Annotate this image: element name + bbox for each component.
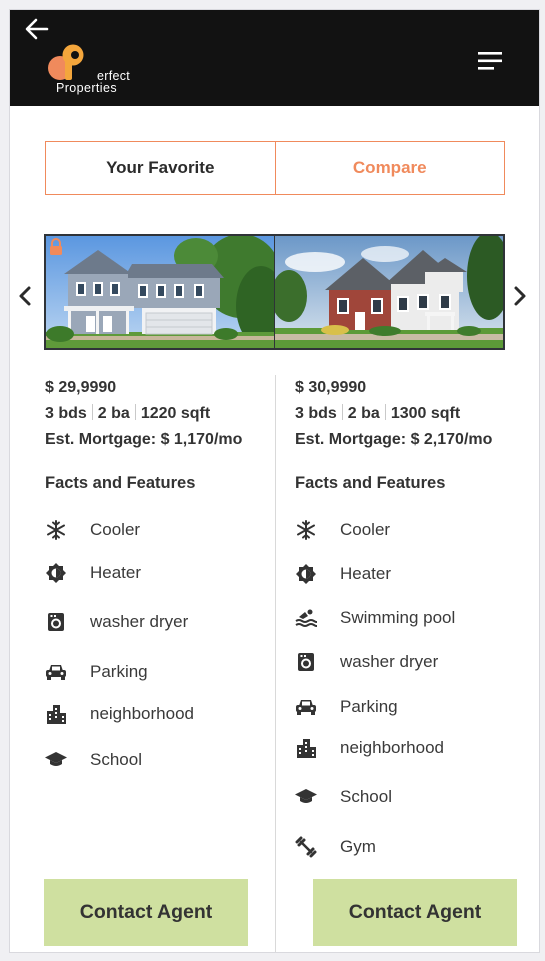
car-icon	[295, 696, 317, 718]
feature-label: School	[90, 750, 142, 769]
car-icon	[45, 661, 67, 683]
feature-label: neighborhood	[340, 738, 444, 757]
menu-button[interactable]	[478, 50, 504, 72]
listing-sqft: 1220 sqft	[140, 405, 211, 422]
city-icon	[295, 737, 317, 759]
listing-mortgage: Est. Mortgage: $ 1,170/mo	[45, 431, 243, 448]
school-icon	[295, 786, 317, 808]
city-icon	[45, 703, 67, 725]
feature-gym: Gym	[295, 832, 376, 862]
feature-label: washer dryer	[340, 652, 439, 671]
brightness-icon	[295, 563, 317, 585]
snowflake-icon	[45, 519, 67, 541]
chevron-right-icon	[514, 286, 526, 306]
tab-your-favorite[interactable]: Your Favorite	[46, 142, 275, 194]
listing-stats: 3 bds 2 ba 1220 sqft	[45, 401, 275, 427]
hamburger-menu-icon	[478, 52, 502, 70]
feature-label: Heater	[90, 563, 142, 582]
feature-label: School	[340, 787, 392, 806]
feature-heater: Heater	[295, 559, 391, 589]
column-divider	[275, 375, 276, 952]
contact-agent-button[interactable]: Contact Agent	[44, 879, 248, 946]
feature-cooler: Cooler	[295, 515, 390, 545]
snowflake-icon	[295, 519, 317, 541]
feature-label: Cooler	[90, 520, 141, 539]
school-icon	[45, 749, 67, 771]
stat-separator	[341, 404, 343, 420]
feature-neighborhood: neighborhood	[295, 733, 444, 763]
property-photo-2[interactable]	[275, 236, 503, 348]
back-button[interactable]	[24, 16, 50, 42]
property-photos	[44, 234, 505, 350]
listing-1: $ 29,9990 3 bds 2 ba 1220 sqft Est. Mortga…	[45, 375, 275, 769]
feature-label: Gym	[340, 837, 376, 856]
carousel-prev-button[interactable]	[15, 283, 35, 309]
brightness-icon	[45, 562, 67, 584]
feature-school: School	[45, 745, 142, 775]
washer-icon	[295, 651, 317, 673]
feature-label: Cooler	[340, 520, 391, 539]
carousel-next-button[interactable]	[510, 283, 530, 309]
feature-heater: Heater	[45, 558, 141, 588]
app-header: erfect Properties	[10, 10, 539, 106]
feature-label: Swimming pool	[340, 608, 456, 627]
chevron-left-icon	[19, 286, 31, 306]
feature-school: School	[295, 782, 392, 812]
listing-baths: 2 ba	[97, 405, 130, 422]
listing-beds: 3 bds	[45, 405, 87, 422]
listing-mortgage: Est. Mortgage: $ 2,170/mo	[295, 431, 493, 448]
logo-subtitle: Properties	[56, 81, 117, 95]
feature-parking: Parking	[45, 657, 148, 687]
feature-parking: Parking	[295, 692, 398, 722]
feature-label: neighborhood	[90, 704, 194, 723]
pool-icon	[295, 607, 317, 629]
facts-title: Facts and Features	[295, 474, 446, 492]
listing-price: $ 29,9990	[45, 379, 117, 396]
brand-logo[interactable]: erfect Properties	[46, 44, 146, 100]
contact-agent-button[interactable]: Contact Agent	[313, 879, 517, 946]
tab-compare[interactable]: Compare	[274, 142, 505, 194]
listing-stats: 3 bds 2 ba 1300 sqft	[295, 401, 525, 427]
app-frame: erfect Properties Your Favorite Compare	[9, 9, 540, 953]
feature-label: Heater	[340, 564, 392, 583]
property-photo-1[interactable]	[46, 236, 274, 348]
listing-price: $ 30,9990	[295, 379, 367, 396]
listing-baths: 2 ba	[347, 405, 380, 422]
facts-title: Facts and Features	[45, 474, 196, 492]
washer-icon	[45, 611, 67, 633]
feature-label: Parking	[90, 662, 148, 681]
feature-label: washer dryer	[90, 612, 189, 631]
feature-washer-dryer: washer dryer	[45, 607, 188, 637]
feature-cooler: Cooler	[45, 515, 140, 545]
listing-beds: 3 bds	[295, 405, 337, 422]
arrow-left-icon	[25, 18, 49, 40]
feature-neighborhood: neighborhood	[45, 699, 194, 729]
feature-label: Parking	[340, 697, 398, 716]
stat-separator	[91, 404, 93, 420]
stat-separator	[134, 404, 136, 420]
gym-icon	[295, 836, 317, 858]
feature-swimming-pool: Swimming pool	[295, 603, 455, 633]
lock-icon	[49, 238, 63, 256]
stat-separator	[384, 404, 386, 420]
listing-sqft: 1300 sqft	[390, 405, 461, 422]
feature-washer-dryer: washer dryer	[295, 647, 438, 677]
view-tabs: Your Favorite Compare	[45, 141, 505, 195]
listing-2: $ 30,9990 3 bds 2 ba 1300 sqft Est. Mortga…	[295, 375, 525, 858]
